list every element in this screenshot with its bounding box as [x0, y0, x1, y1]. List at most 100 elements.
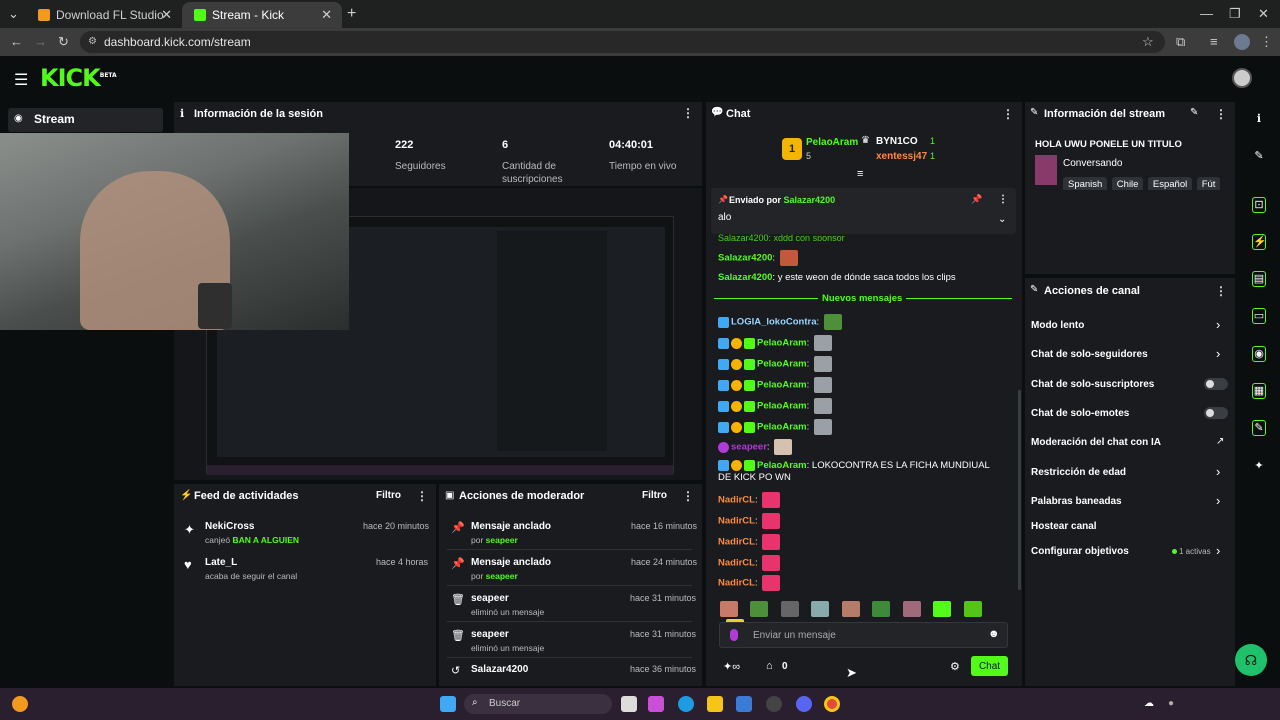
minimize-window-icon[interactable]: — [1200, 0, 1213, 28]
site-info-icon[interactable]: ⚙ [88, 31, 97, 53]
expand-pinned-icon[interactable]: ⌄ [998, 214, 1006, 225]
mic-tray-icon[interactable]: ● [1168, 698, 1174, 709]
chat-message-partial[interactable]: Salazar4200: xddd con sponsor [718, 233, 845, 241]
sidebar-item-stream[interactable]: ◉ Stream [8, 108, 163, 132]
tab-search-icon[interactable]: ⌄ [8, 0, 19, 28]
chat-message[interactable]: NadirCL: [718, 513, 781, 529]
collapse-leaderboard-icon[interactable]: ≡ [857, 168, 863, 180]
chat-username[interactable]: seapeer [731, 442, 767, 453]
extensions-icon[interactable]: ⧉ [1176, 28, 1185, 56]
reload-icon[interactable]: ↻ [58, 28, 69, 56]
chat-message[interactable]: NadirCL: [718, 575, 781, 591]
close-window-icon[interactable]: ✕ [1258, 0, 1269, 28]
chat-message[interactable]: PelaoAram: [718, 419, 832, 435]
chat-icon[interactable]: ▭ [1252, 308, 1266, 324]
more-options-icon[interactable]: ⋮ [416, 489, 428, 503]
browser-menu-icon[interactable]: ⋮ [1260, 28, 1273, 56]
chat-settings-quick-icon[interactable]: ✦∞ [723, 660, 740, 673]
tab-kick-dashboard[interactable]: Stream - Kick Dashboard ✕ [182, 2, 342, 48]
close-tab-icon[interactable]: ✕ [161, 2, 172, 28]
chat-username[interactable]: NadirCL [718, 516, 755, 527]
more-options-icon[interactable]: ⋮ [1002, 107, 1014, 121]
restore-window-icon[interactable]: ❐ [1229, 0, 1241, 28]
age-restriction-item[interactable]: Restricción de edad [1031, 467, 1126, 478]
more-options-icon[interactable]: ⋮ [682, 106, 694, 120]
chat-message[interactable]: NadirCL: [718, 534, 781, 550]
chat-message[interactable]: PelaoAram: [718, 356, 832, 372]
chat-username[interactable]: PelaoAram [757, 359, 807, 370]
wrench-icon[interactable]: ✎ [1252, 420, 1266, 436]
leaderboard-second-name[interactable]: BYN1CO [876, 136, 918, 147]
apps-icon[interactable]: ✦ [1252, 459, 1266, 472]
moderator-actions-icon[interactable]: ▦ [1252, 383, 1266, 399]
pinned-message[interactable]: 📌 Enviado por Salazar4200 alo 📌 ⋮ ⌄ [711, 188, 1016, 234]
quick-emote-icon[interactable] [963, 600, 982, 617]
copilot-icon[interactable] [648, 696, 664, 712]
gift-icon[interactable]: ⌂ [766, 660, 773, 672]
chat-username[interactable]: NadirCL [718, 495, 755, 506]
tag[interactable]: Español [1147, 177, 1193, 190]
chevron-right-icon[interactable]: › [1216, 464, 1220, 479]
chevron-right-icon[interactable]: › [1216, 543, 1220, 558]
close-tab-icon[interactable]: ✕ [321, 2, 332, 28]
emoji-icon[interactable]: ☻ [988, 628, 1000, 640]
weather-icon[interactable] [12, 696, 28, 712]
tag[interactable]: Spanish [1063, 177, 1108, 190]
chat-username[interactable]: NadirCL [718, 558, 755, 569]
chat-message[interactable]: PelaoAram: [718, 377, 832, 393]
chat-username[interactable]: PelaoAram [757, 401, 807, 412]
chat-message[interactable]: PelaoAram: LOKOCONTRA ES LA FICHA MUNDIU… [718, 460, 1003, 484]
subscribers-only-toggle[interactable] [1204, 378, 1228, 390]
quick-emote-icon[interactable] [872, 600, 891, 617]
chevron-right-icon[interactable]: › [1216, 346, 1220, 361]
edit-stream-icon[interactable]: ✎ [1190, 107, 1198, 118]
new-tab-icon[interactable]: + [347, 0, 356, 28]
chrome-icon[interactable] [824, 696, 840, 712]
chat-message[interactable]: Salazar4200: y este weon de dónde saca t… [718, 272, 956, 283]
more-options-icon[interactable]: ⋮ [682, 489, 694, 503]
goals-item[interactable]: Configurar objetivos [1031, 546, 1129, 557]
chat-username[interactable]: Salazar4200 [718, 272, 772, 283]
chat-message[interactable]: LOGIA_lokoContra: [718, 314, 842, 330]
file-explorer-icon[interactable] [707, 696, 723, 712]
tab-download-fl-studio[interactable]: Download FL Studio ✕ [26, 2, 182, 28]
obs-icon[interactable] [766, 696, 782, 712]
filter-button[interactable]: Filtro [642, 490, 667, 501]
subscribers-only-item[interactable]: Chat de solo-suscriptores [1031, 379, 1154, 390]
chat-username[interactable]: PelaoAram [757, 460, 807, 471]
forward-icon[interactable]: → [34, 28, 47, 56]
chat-message[interactable]: NadirCL: [718, 555, 781, 571]
info-icon[interactable]: ℹ [1252, 112, 1266, 125]
store-icon[interactable] [736, 696, 752, 712]
leaderboard-third-name[interactable]: xentessj47 [876, 151, 927, 162]
host-channel-item[interactable]: Hostear canal [1031, 521, 1097, 532]
chat-username[interactable]: NadirCL [718, 578, 755, 589]
focus-icon[interactable]: ⊡ [1252, 197, 1266, 213]
slow-mode-item[interactable]: Modo lento [1031, 320, 1084, 331]
external-link-icon[interactable]: ↗ [1216, 436, 1224, 447]
emotes-only-item[interactable]: Chat de solo-emotes [1031, 408, 1129, 419]
chat-message[interactable]: seapeer: [718, 439, 793, 455]
user-avatar[interactable] [1232, 68, 1252, 88]
unpin-icon[interactable]: 📌 [971, 194, 982, 205]
tag[interactable]: Fút [1196, 177, 1221, 190]
back-icon[interactable]: ← [10, 28, 23, 56]
taskbar-search[interactable]: ⌕ Buscar [464, 694, 612, 714]
tag[interactable]: Chile [1111, 177, 1144, 190]
chat-settings-icon[interactable]: ⚙ [950, 660, 960, 673]
quick-emote-icon[interactable] [933, 600, 952, 617]
media-icon[interactable]: ≡ [1210, 28, 1218, 56]
quick-emote-icon[interactable] [750, 600, 769, 617]
chat-input[interactable]: Enviar un mensaje ☻ [719, 622, 1008, 648]
chat-message[interactable]: NadirCL: [718, 492, 781, 508]
hamburger-menu-icon[interactable]: ☰ [14, 70, 28, 90]
windows-start-icon[interactable] [440, 696, 456, 712]
support-headset-icon[interactable]: ☊ [1235, 644, 1267, 676]
kick-logo[interactable]: KICKBETA [40, 64, 117, 92]
quick-emote-icon[interactable] [720, 600, 738, 617]
task-view-icon[interactable] [621, 696, 637, 712]
broadcast-icon[interactable]: ◉ [1252, 346, 1266, 362]
chat-message[interactable]: PelaoAram: [718, 335, 832, 351]
quick-emote-icon[interactable] [902, 600, 921, 617]
discord-icon[interactable] [796, 696, 812, 712]
